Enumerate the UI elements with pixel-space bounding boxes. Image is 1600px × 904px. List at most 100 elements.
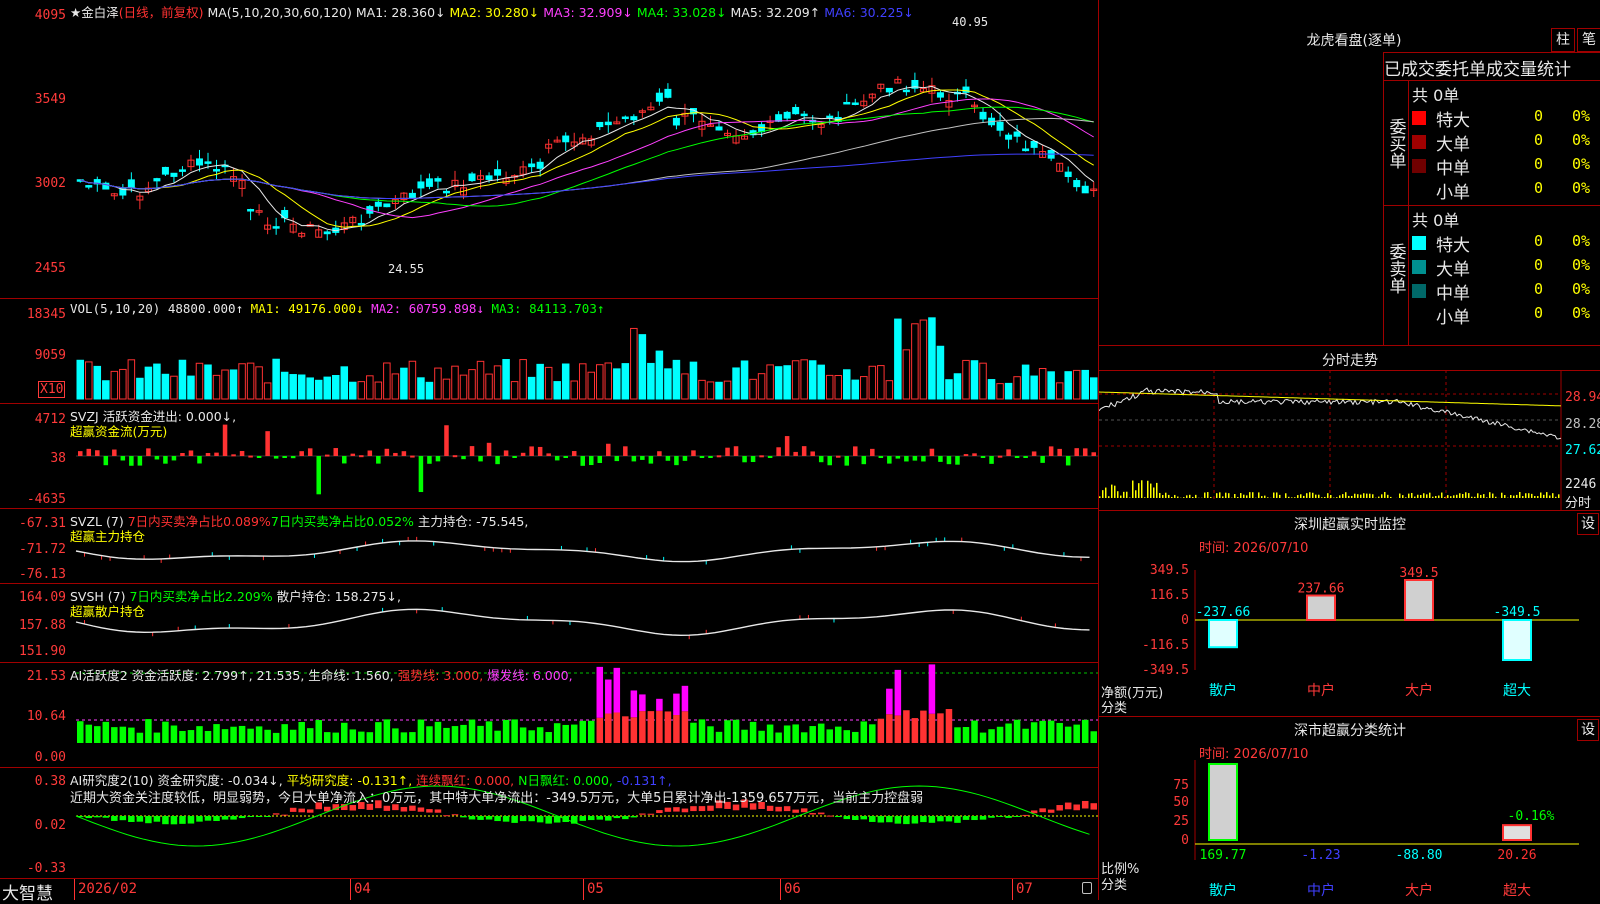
flow-bar [896, 456, 901, 459]
volume-bar [1039, 369, 1046, 399]
volume-bar [315, 380, 322, 399]
research-bar [111, 816, 118, 821]
activity-bar [520, 727, 527, 743]
activity-bar [230, 727, 237, 743]
buy-row-pct: 0% [1572, 131, 1590, 149]
research-bar [239, 816, 246, 818]
candle [1082, 186, 1088, 193]
flow-bar [921, 456, 926, 461]
buy-row-qty: 0 [1534, 155, 1543, 173]
flow-bar [827, 456, 832, 465]
flow-bar [802, 446, 807, 456]
volume-bar [903, 350, 910, 399]
volume-bar [963, 360, 970, 399]
intraday-vol-bar [1150, 484, 1152, 498]
activity-bar [298, 722, 305, 743]
activity-bar [545, 732, 552, 743]
candlestick-chart[interactable] [0, 0, 1098, 298]
period-label[interactable]: (日线，前复权) [119, 5, 204, 20]
intraday-vol-bar [1483, 494, 1485, 498]
intraday-vol-bar [1132, 481, 1134, 498]
intraday-vol-bar [1534, 496, 1536, 498]
intraday-vol-bar [1177, 497, 1179, 498]
ma-line [80, 90, 1093, 227]
monitor-category: 中户 [1307, 682, 1335, 699]
stats-settings-button[interactable]: 设 [1577, 719, 1599, 741]
column-mode-button[interactable]: 柱 [1551, 28, 1575, 52]
date-axis[interactable]: 大智慧 2026/02 04 05 06 07 [0, 879, 1098, 900]
stats-y-tick: 25 [1173, 814, 1189, 829]
candle [903, 90, 909, 92]
intraday-vol-bar [1210, 497, 1212, 498]
flow-bar [257, 456, 262, 458]
monitor-bar [1405, 580, 1433, 620]
activity-bar [665, 711, 672, 743]
research-bar [1082, 801, 1089, 809]
research-bar [622, 816, 629, 819]
research-bar [205, 816, 212, 821]
volume-bar [571, 381, 578, 399]
research-bar [997, 816, 1004, 817]
volume-bar [1031, 376, 1038, 399]
research-bar [452, 814, 459, 815]
ma-line [80, 99, 1093, 218]
candle [214, 170, 220, 172]
candle [886, 88, 892, 91]
candle [844, 102, 850, 104]
volume-bar [545, 367, 552, 399]
volume-bar [213, 375, 220, 399]
activity-bar [290, 730, 297, 743]
volume-bar [614, 369, 621, 399]
research-bar [988, 816, 995, 818]
y-tick: 157.88 [0, 618, 66, 633]
activity-bar [929, 714, 936, 743]
candle [537, 162, 543, 168]
svzj-pane[interactable]: 4712 38 -4635 SVZJ 活跃资金进出: 0.000↓, 超赢资金流… [0, 404, 1098, 509]
research-bar [264, 816, 271, 817]
activity-bar [469, 720, 476, 743]
monitor-settings-button[interactable]: 设 [1577, 513, 1599, 535]
research-bar [511, 816, 518, 823]
volume-bar [878, 366, 885, 399]
svzl-pane[interactable]: -67.31 -71.72 -76.13 SVZL (7) 7日内买卖净占比0.… [0, 509, 1098, 584]
flow-bar [95, 450, 100, 456]
y-tick: 4712 [0, 412, 66, 427]
intraday-vol-label: 分时 [1565, 492, 1591, 511]
volume-bar [869, 366, 876, 399]
intraday-chart[interactable] [1099, 370, 1600, 510]
activity-bar [503, 720, 510, 743]
intraday-vol-bar [1258, 492, 1260, 498]
lock-icon[interactable] [1082, 882, 1092, 894]
research-bar [699, 806, 706, 811]
stats-value-label: -88.80 [1396, 848, 1443, 863]
flow-bar [657, 451, 662, 456]
sell-row-name: 中单 [1436, 279, 1470, 304]
stats-category: 大户 [1405, 882, 1433, 899]
svsh-pane[interactable]: 164.09 157.88 151.90 SVSH (7) 7日内买卖净占比2.… [0, 584, 1098, 663]
tick-mode-button[interactable]: 笔 [1577, 28, 1600, 52]
research-bar [1065, 803, 1072, 810]
intraday-vol-bar [1165, 493, 1167, 498]
intraday-vol-bar [1468, 493, 1470, 498]
ai-research-pane[interactable]: 0.38 0.02 -0.33 AI研究度2(10) 资金研究度: -0.034… [0, 768, 1098, 879]
volume-pane[interactable]: 18345 9059 X10 VOL(5,10,20) 48800.000↑ M… [0, 299, 1098, 404]
stock-title[interactable]: ★金白泽 [70, 5, 119, 20]
research-bar [605, 816, 612, 821]
price-pane[interactable]: 4095 3549 3002 2455 ★金白泽(日线，前复权) MA(5,10… [0, 0, 1098, 299]
candle [1031, 142, 1037, 148]
intraday-vol-bar [1126, 492, 1128, 498]
activity-bar [895, 715, 902, 743]
intraday-vol-bar [1138, 483, 1140, 498]
activity-bar [435, 722, 442, 743]
research-bar [971, 816, 978, 820]
ai-activity-pane[interactable]: 21.53 10.64 0.00 AI活跃度2 资金活跃度: 2.799↑, 2… [0, 663, 1098, 768]
research-bar [128, 816, 135, 822]
volume-bar [409, 361, 416, 399]
research-bar [903, 816, 910, 824]
flow-bar [265, 431, 270, 456]
volume-bar [290, 375, 297, 399]
intraday-vol-bar [1189, 495, 1191, 498]
flow-bar [308, 448, 313, 456]
volume-bar [733, 368, 740, 399]
vol-ma2: MA2: 60759.898↓ [371, 301, 484, 316]
